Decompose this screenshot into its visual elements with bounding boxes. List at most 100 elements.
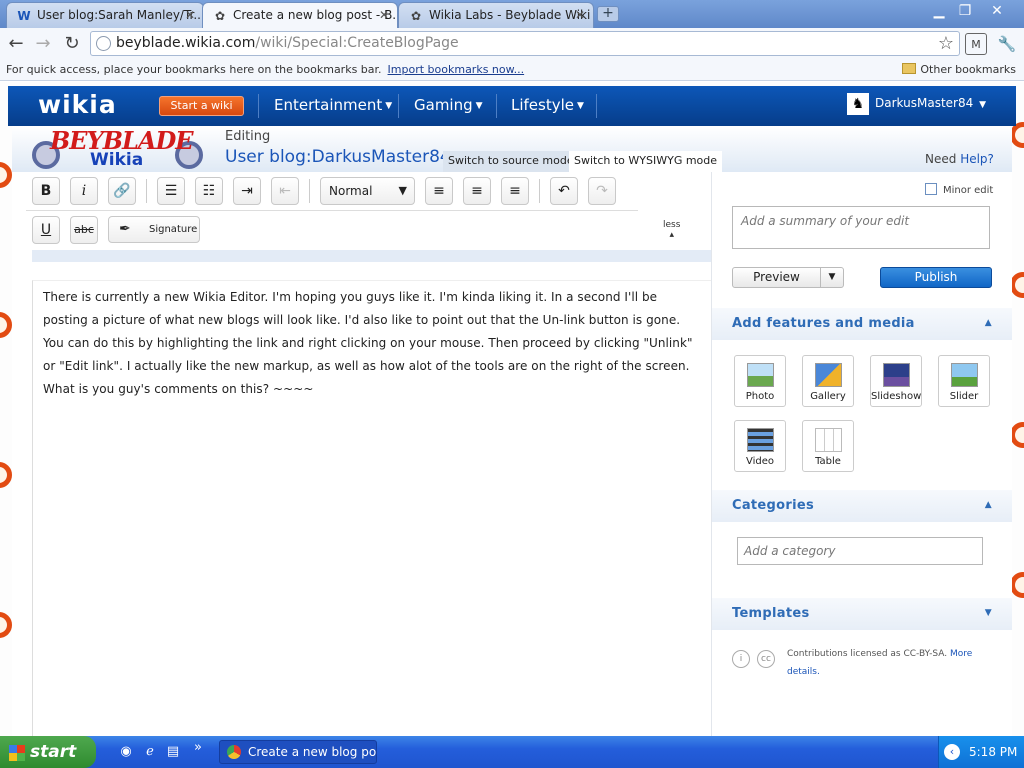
import-bookmarks-link[interactable]: Import bookmarks now... (388, 63, 525, 76)
nav-label: Entertainment (274, 96, 383, 114)
switch-to-source-mode-tab[interactable]: Switch to source mode (443, 151, 579, 172)
tab-sarah-manley-blog[interactable]: W User blog:Sarah Manley/Tr... ✕ (6, 2, 204, 28)
other-bookmarks[interactable]: Other bookmarks (902, 63, 1016, 76)
start-button[interactable]: start (0, 736, 96, 768)
add-slideshow-button[interactable]: Slideshow (870, 355, 922, 407)
add-slider-button[interactable]: Slider (938, 355, 990, 407)
numbered-list-button[interactable]: ☷ (195, 177, 223, 205)
beyblade-pattern-icon (1010, 572, 1024, 598)
italic-button[interactable]: i (70, 177, 98, 205)
underline-button[interactable]: U (32, 216, 60, 244)
license-notice: Contributions licensed as CC-BY-SA. More… (787, 645, 977, 681)
close-tab-icon[interactable]: ✕ (185, 3, 195, 27)
need-help-text: Need (925, 152, 957, 166)
add-category-input[interactable]: Add a category (737, 537, 983, 565)
beyblade-wiki-logo[interactable]: BEYBLADE Wikia (32, 126, 207, 171)
publish-button[interactable]: Publish (880, 267, 992, 288)
templates-section-header[interactable]: Templates ▼ (712, 598, 1012, 630)
chrome-quicklaunch-icon[interactable]: ◉ (118, 744, 134, 760)
preview-button[interactable]: Preview (732, 267, 821, 288)
link-button[interactable]: 🔗 (108, 177, 136, 205)
close-window-icon[interactable]: ✕ (984, 2, 1010, 20)
extension-icon[interactable]: M (965, 33, 987, 55)
nav-gaming[interactable]: Gaming ▼ (414, 96, 483, 114)
nav-lifestyle[interactable]: Lifestyle ▼ (511, 96, 584, 114)
new-tab-button[interactable]: + (597, 6, 619, 22)
indent-button[interactable]: ⇥ (233, 177, 261, 205)
nav-entertainment[interactable]: Entertainment ▼ (274, 96, 392, 114)
add-video-button[interactable]: Video (734, 420, 786, 472)
beyblade-pattern-icon (0, 462, 12, 488)
windows-logo-icon (9, 745, 25, 761)
tab-label: User blog:Sarah Manley/Tr... (37, 8, 204, 22)
pen-icon: ✒ (119, 221, 131, 237)
taskbar-item-chrome[interactable]: Create a new blog po... (219, 740, 377, 764)
wrench-icon[interactable]: 🔧 (996, 33, 1018, 55)
close-tab-icon[interactable]: ✕ (379, 3, 389, 27)
media-label: Photo (745, 391, 775, 402)
url-text: beyblade.wikia.com/wiki/Special:CreateBl… (116, 35, 459, 51)
forward-icon[interactable]: → (31, 32, 55, 56)
add-table-button[interactable]: Table (802, 420, 854, 472)
help-link[interactable]: Help? (960, 152, 994, 166)
address-bar[interactable]: beyblade.wikia.com/wiki/Special:CreateBl… (90, 31, 960, 56)
logo-text-wikia: Wikia (90, 150, 144, 170)
add-gallery-button[interactable]: Gallery (802, 355, 854, 407)
blog-body-text[interactable]: There is currently a new Wikia Editor. I… (43, 286, 703, 401)
folder-quicklaunch-icon[interactable]: ▤ (165, 744, 181, 760)
undo-button[interactable]: ↶ (550, 177, 578, 205)
align-center-icon: ≡ (471, 183, 483, 199)
windows-taskbar: start ◉ ℯ ▤ » Create a new blog po... ‹ 5… (0, 736, 1024, 768)
redo-button[interactable]: ↷ (588, 177, 616, 205)
strikethrough-button[interactable]: abc (70, 216, 98, 244)
chevron-up-icon: ▲ (984, 500, 992, 510)
bookmarks-hint: For quick access, place your bookmarks h… (6, 63, 382, 76)
align-center-button[interactable]: ≡ (463, 177, 491, 205)
bullet-list-button[interactable]: ☰ (157, 177, 185, 205)
categories-section-header[interactable]: Categories ▲ (712, 490, 1012, 522)
bold-button[interactable]: B (32, 177, 60, 205)
back-icon[interactable]: ← (4, 32, 28, 56)
clock: 5:18 PM (969, 745, 1018, 759)
internet-explorer-icon[interactable]: ℯ (142, 744, 158, 760)
add-photo-button[interactable]: Photo (734, 355, 786, 407)
tab-wikia-labs[interactable]: ✿ Wikia Labs - Beyblade Wiki ... ✕ (398, 2, 594, 28)
tray-expand-icon[interactable]: ‹ (944, 744, 960, 760)
less-toggle[interactable]: less ▴ (663, 220, 680, 240)
quicklaunch-overflow-icon[interactable]: » (190, 740, 206, 756)
chevron-down-icon: ▼ (475, 101, 483, 111)
minimize-icon[interactable]: ▁ (926, 2, 952, 20)
bullet-list-icon: ☰ (164, 183, 178, 199)
chevron-down-icon: ▼ (828, 272, 836, 282)
outdent-button[interactable]: ⇤ (271, 177, 299, 205)
section-title: Categories (732, 498, 815, 513)
bookmark-star-icon[interactable]: ☆ (938, 33, 954, 54)
format-select[interactable]: Normal ▼ (320, 177, 415, 205)
editing-label: Editing (225, 129, 271, 144)
table-icon (815, 428, 842, 452)
tab-create-blog-post[interactable]: ✿ Create a new blog post - B... ✕ (202, 2, 398, 29)
start-label: start (30, 742, 77, 762)
beyblade-pattern-icon (0, 312, 12, 338)
reload-icon[interactable]: ↻ (60, 32, 84, 56)
align-right-button[interactable]: ≡ (501, 177, 529, 205)
beyblade-pattern-icon (0, 162, 12, 188)
globe-icon (96, 36, 111, 51)
user-menu[interactable]: ♞ DarkusMaster84 ▼ (847, 93, 986, 115)
wikia-favicon-icon: W (17, 9, 31, 23)
tab-label: Wikia Labs - Beyblade Wiki ... (429, 8, 594, 22)
chevron-down-icon: ▼ (984, 608, 992, 618)
toolbar-divider (539, 179, 540, 203)
preview-dropdown-button[interactable]: ▼ (820, 267, 844, 288)
browser-toolbar: ← → ↻ beyblade.wikia.com/wiki/Special:Cr… (0, 28, 1024, 59)
close-tab-icon[interactable]: ✕ (575, 3, 585, 27)
switch-to-wysiwyg-mode-tab[interactable]: Switch to WYSIWYG mode (569, 151, 723, 172)
signature-button[interactable]: ✒ Signature (108, 216, 200, 243)
wikia-logo[interactable]: wikia (38, 90, 117, 119)
minor-edit-checkbox[interactable]: Minor edit (925, 183, 993, 196)
start-a-wiki-button[interactable]: Start a wiki (159, 96, 244, 116)
edit-summary-input[interactable]: Add a summary of your edit (732, 206, 990, 249)
add-features-section-header[interactable]: Add features and media ▲ (712, 308, 1012, 340)
align-left-button[interactable]: ≡ (425, 177, 453, 205)
restore-icon[interactable]: ❐ (952, 2, 978, 20)
